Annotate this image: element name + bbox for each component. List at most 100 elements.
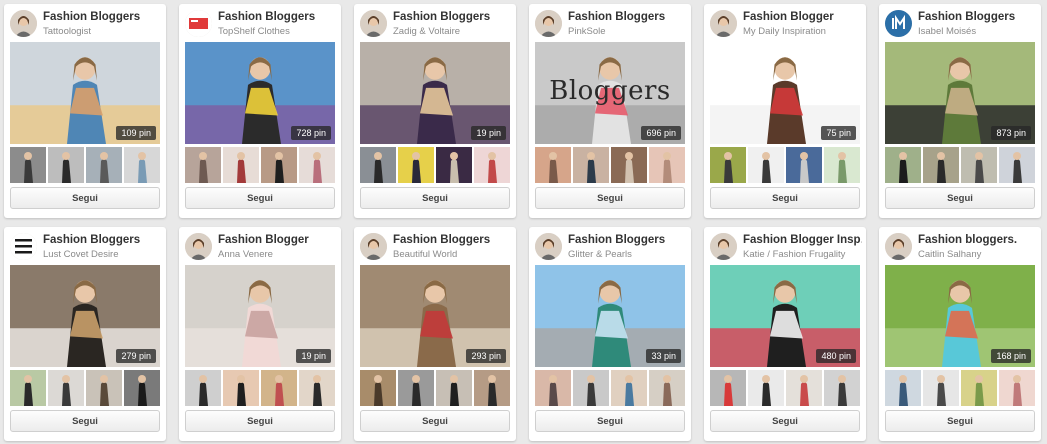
board-thumbnail[interactable] — [299, 370, 335, 406]
board-owner[interactable]: Glitter & Pearls — [568, 249, 687, 260]
board-avatar[interactable] — [10, 233, 37, 260]
board-thumbnail[interactable] — [999, 370, 1035, 406]
board-title[interactable]: Fashion Blogger — [218, 234, 337, 246]
board-thumbnail[interactable] — [10, 147, 46, 183]
board-card[interactable]: Fashion Bloggers Beautiful World 293 pin… — [354, 227, 516, 441]
board-thumbnail[interactable] — [885, 147, 921, 183]
board-title[interactable]: Fashion Bloggers — [918, 11, 1037, 23]
board-thumbnail[interactable] — [573, 370, 609, 406]
board-thumbnail[interactable] — [48, 147, 84, 183]
board-title[interactable]: Fashion Bloggers — [393, 234, 512, 246]
board-thumbnail[interactable] — [223, 370, 259, 406]
board-avatar[interactable] — [535, 233, 562, 260]
board-thumbnail[interactable] — [961, 147, 997, 183]
board-thumbnail[interactable] — [824, 370, 860, 406]
board-thumbnail[interactable] — [398, 370, 434, 406]
follow-button[interactable]: Segui — [360, 410, 510, 432]
board-thumbnail[interactable] — [223, 147, 259, 183]
board-thumbnail[interactable] — [398, 147, 434, 183]
board-owner[interactable]: Lust Covet Desire — [43, 249, 162, 260]
board-cover-image[interactable]: 109 pin — [10, 42, 160, 144]
board-thumbnail[interactable] — [48, 370, 84, 406]
board-card[interactable]: Fashion Bloggers Lust Covet Desire 279 p… — [4, 227, 166, 441]
follow-button[interactable]: Segui — [535, 410, 685, 432]
board-thumbnail[interactable] — [961, 370, 997, 406]
follow-button[interactable]: Segui — [885, 187, 1035, 209]
board-avatar[interactable] — [885, 10, 912, 37]
board-cover-image[interactable]: 279 pin — [10, 265, 160, 367]
board-cover-image[interactable]: 75 pin — [710, 42, 860, 144]
board-thumbnail[interactable] — [535, 147, 571, 183]
board-card[interactable]: Fashion Bloggers PinkSole Bloggers 696 pi… — [529, 4, 691, 218]
board-cover-image[interactable]: 19 pin — [185, 265, 335, 367]
board-thumbnail[interactable] — [649, 370, 685, 406]
follow-button[interactable]: Segui — [360, 187, 510, 209]
board-avatar[interactable] — [185, 10, 212, 37]
board-avatar[interactable] — [885, 233, 912, 260]
board-owner[interactable]: PinkSole — [568, 26, 687, 37]
board-avatar[interactable] — [185, 233, 212, 260]
board-thumbnail[interactable] — [360, 147, 396, 183]
board-thumbnail[interactable] — [748, 147, 784, 183]
board-avatar[interactable] — [360, 10, 387, 37]
board-thumbnail[interactable] — [436, 147, 472, 183]
board-cover-image[interactable]: 33 pin — [535, 265, 685, 367]
board-thumbnail[interactable] — [710, 147, 746, 183]
board-card[interactable]: Fashion Blogger Insp… Katie / Fashion Fr… — [704, 227, 866, 441]
board-card[interactable]: Fashion bloggers. Caitlin Salhany 168 pi… — [879, 227, 1041, 441]
board-cover-image[interactable]: 480 pin — [710, 265, 860, 367]
board-title[interactable]: Fashion Blogger Insp… — [743, 234, 862, 246]
board-avatar[interactable] — [360, 233, 387, 260]
board-title[interactable]: Fashion Bloggers — [218, 11, 337, 23]
board-thumbnail[interactable] — [923, 147, 959, 183]
follow-button[interactable]: Segui — [885, 410, 1035, 432]
board-card[interactable]: Fashion Bloggers Isabel Moisés 873 pin S… — [879, 4, 1041, 218]
board-owner[interactable]: Zadig & Voltaire — [393, 26, 512, 37]
board-cover-image[interactable]: 293 pin — [360, 265, 510, 367]
board-thumbnail[interactable] — [786, 147, 822, 183]
board-thumbnail[interactable] — [748, 370, 784, 406]
board-avatar[interactable] — [535, 10, 562, 37]
board-owner[interactable]: Caitlin Salhany — [918, 249, 1037, 260]
board-cover-image[interactable]: 873 pin — [885, 42, 1035, 144]
board-thumbnail[interactable] — [185, 370, 221, 406]
board-title[interactable]: Fashion Bloggers — [393, 11, 512, 23]
follow-button[interactable]: Segui — [185, 187, 335, 209]
board-thumbnail[interactable] — [649, 147, 685, 183]
board-card[interactable]: Fashion Bloggers TopShelf Clothes 728 pi… — [179, 4, 341, 218]
follow-button[interactable]: Segui — [710, 410, 860, 432]
board-card[interactable]: Fashion Blogger Anna Venere 19 pin Segui — [179, 227, 341, 441]
board-owner[interactable]: Anna Venere — [218, 249, 337, 260]
board-thumbnail[interactable] — [86, 147, 122, 183]
follow-button[interactable]: Segui — [535, 187, 685, 209]
board-thumbnail[interactable] — [261, 370, 297, 406]
board-title[interactable]: Fashion bloggers. — [918, 234, 1037, 246]
board-thumbnail[interactable] — [786, 370, 822, 406]
follow-button[interactable]: Segui — [710, 187, 860, 209]
board-thumbnail[interactable] — [474, 370, 510, 406]
board-cover-image[interactable]: 728 pin — [185, 42, 335, 144]
board-thumbnail[interactable] — [923, 370, 959, 406]
board-owner[interactable]: Katie / Fashion Frugality — [743, 249, 862, 260]
board-thumbnail[interactable] — [124, 147, 160, 183]
board-title[interactable]: Fashion Blogger — [743, 11, 862, 23]
board-card[interactable]: Fashion Bloggers Tattoologist 109 pin Se… — [4, 4, 166, 218]
board-cover-image[interactable]: Bloggers 696 pin — [535, 42, 685, 144]
board-thumbnail[interactable] — [124, 370, 160, 406]
board-thumbnail[interactable] — [535, 370, 571, 406]
board-card[interactable]: Fashion Bloggers Zadig & Voltaire 19 pin… — [354, 4, 516, 218]
board-thumbnail[interactable] — [710, 370, 746, 406]
board-owner[interactable]: Isabel Moisés — [918, 26, 1037, 37]
board-title[interactable]: Fashion Bloggers — [568, 234, 687, 246]
board-thumbnail[interactable] — [611, 370, 647, 406]
board-thumbnail[interactable] — [474, 147, 510, 183]
board-thumbnail[interactable] — [999, 147, 1035, 183]
board-thumbnail[interactable] — [885, 370, 921, 406]
board-cover-image[interactable]: 168 pin — [885, 265, 1035, 367]
board-owner[interactable]: Beautiful World — [393, 249, 512, 260]
board-thumbnail[interactable] — [185, 147, 221, 183]
board-thumbnail[interactable] — [299, 147, 335, 183]
board-owner[interactable]: My Daily Inspiration — [743, 26, 862, 37]
board-thumbnail[interactable] — [261, 147, 297, 183]
board-thumbnail[interactable] — [86, 370, 122, 406]
